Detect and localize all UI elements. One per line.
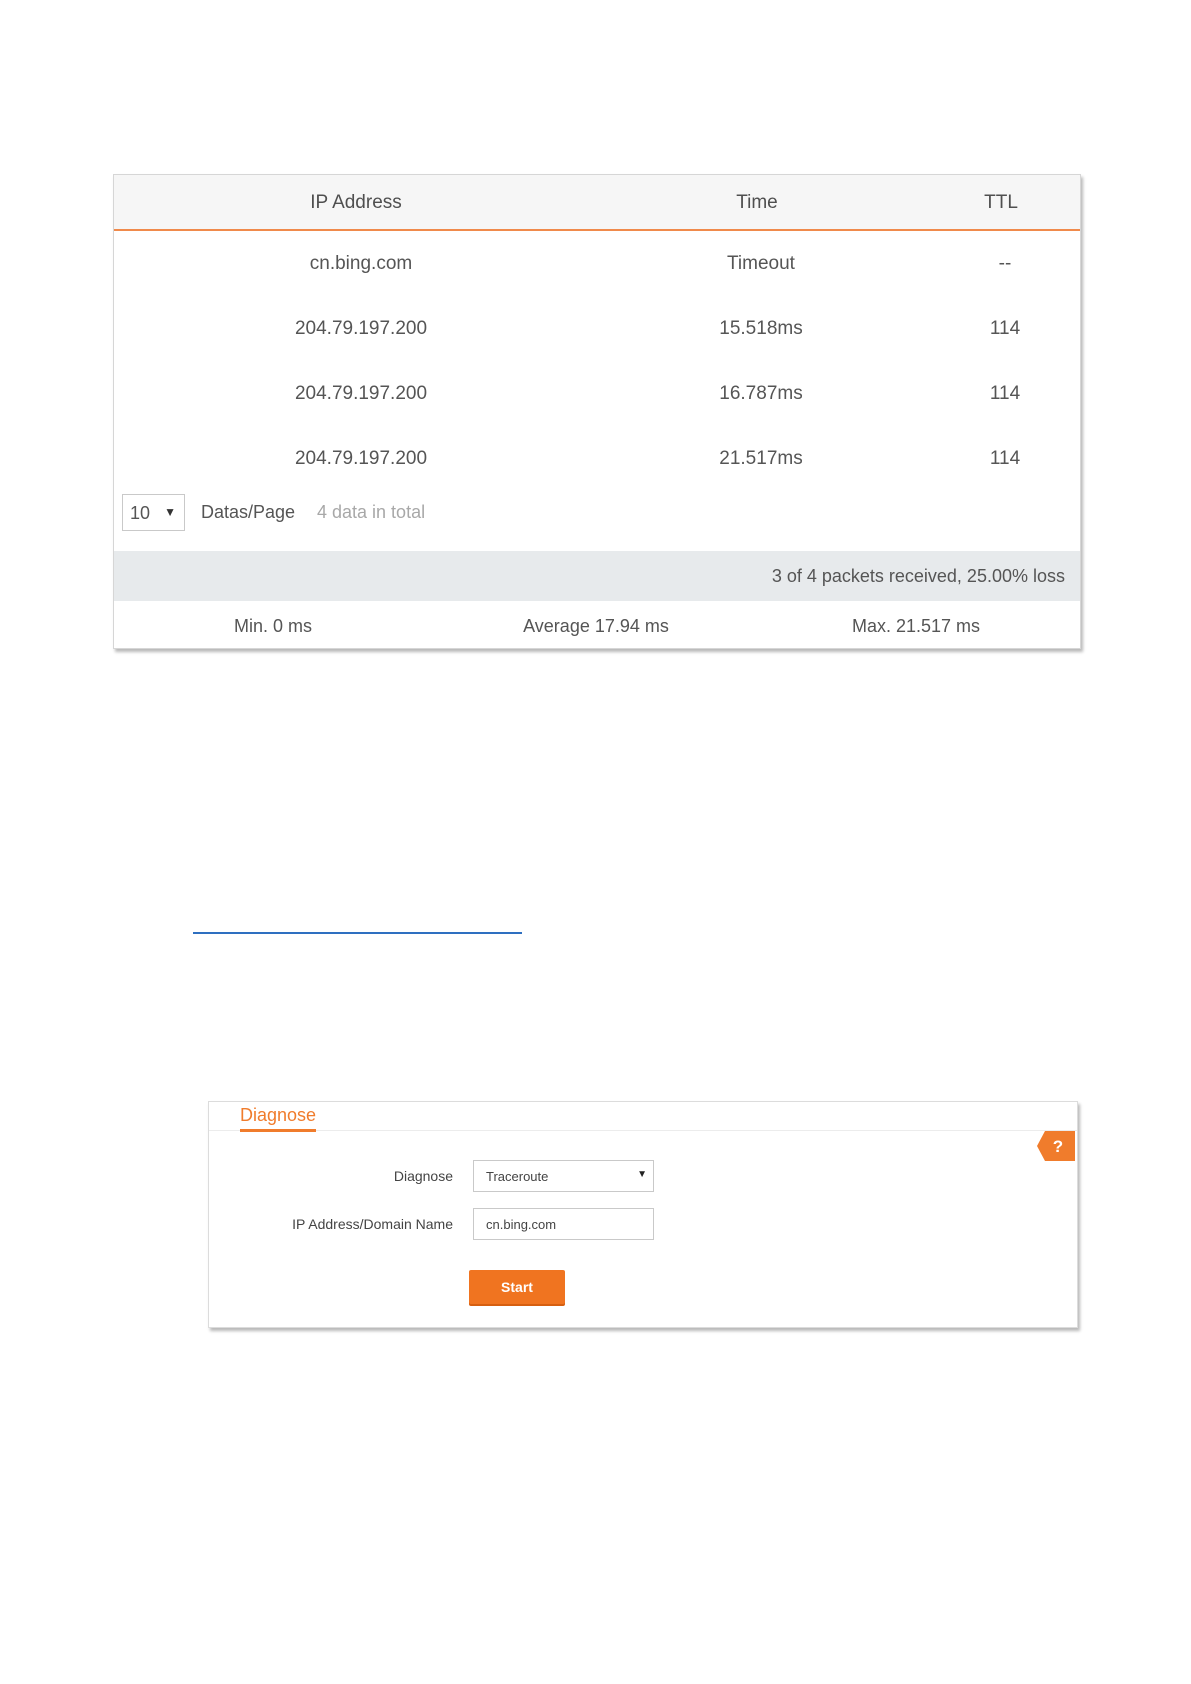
cell-ttl: 114 [989, 383, 1021, 404]
pagination-bar: 10 ▼ Datas/Page 4 data in total [122, 494, 722, 532]
column-header-time: Time [736, 192, 778, 213]
column-header-ttl: TTL [984, 192, 1018, 213]
cell-ip-address: 204.79.197.200 [294, 318, 428, 339]
page-size-value: 10 [130, 503, 151, 523]
start-button[interactable]: Start [469, 1270, 565, 1304]
table-row: 204.79.197.200 21.517ms 114 [114, 448, 1080, 488]
stat-min: Min. 0 ms [233, 616, 313, 636]
address-input[interactable] [473, 1208, 654, 1240]
cell-time: Timeout [727, 253, 795, 274]
cell-ip-address: 204.79.197.200 [294, 448, 428, 469]
panel-title: Diagnose [240, 1105, 317, 1132]
question-icon[interactable]: ? [1037, 1131, 1075, 1161]
stat-max: Max. 21.517 ms [851, 616, 981, 636]
cell-time: 21.517ms [719, 448, 803, 469]
table-row: 204.79.197.200 16.787ms 114 [114, 383, 1080, 423]
diagnose-type-select[interactable]: Traceroute ▼ [473, 1160, 654, 1192]
table-row: cn.bing.com Timeout -- [114, 253, 1080, 293]
diagnose-type-label: Diagnose [393, 1168, 453, 1184]
stat-average: Average 17.94 ms [523, 616, 669, 636]
help-label: ? [1053, 1137, 1063, 1156]
title-divider [209, 1130, 1077, 1131]
cell-ip-address: 204.79.197.200 [294, 383, 428, 404]
packet-summary-text: 3 of 4 packets received, 25.00% loss [771, 566, 1065, 586]
cell-ttl: 114 [989, 448, 1021, 469]
diagnose-type-value: Traceroute [486, 1169, 549, 1184]
caret-down-icon: ▼ [637, 1169, 647, 1180]
ping-result-panel: IP Address Time TTL cn.bing.com Timeout … [113, 174, 1081, 649]
link-underline [193, 932, 522, 934]
cell-ttl: 114 [989, 318, 1021, 339]
page-size-select[interactable]: 10 ▼ [122, 494, 185, 531]
cell-ip-address: cn.bing.com [309, 253, 413, 274]
table-row: 204.79.197.200 15.518ms 114 [114, 318, 1080, 358]
total-count: 4 data in total [317, 502, 426, 522]
cell-time: 16.787ms [719, 383, 803, 404]
caret-down-icon: ▼ [164, 505, 176, 519]
latency-stats: Min. 0 ms Average 17.94 ms Max. 21.517 m… [114, 601, 1080, 648]
table-header: IP Address Time TTL [114, 175, 1080, 231]
address-label: IP Address/Domain Name [292, 1216, 453, 1232]
cell-ttl: -- [998, 253, 1012, 274]
cell-time: 15.518ms [719, 318, 803, 339]
column-header-ip-address: IP Address [310, 192, 402, 213]
page-size-label: Datas/Page [201, 502, 296, 522]
packet-summary-bar: 3 of 4 packets received, 25.00% loss [114, 551, 1080, 601]
diagnose-panel: Diagnose ? Diagnose Traceroute ▼ IP Addr… [208, 1101, 1078, 1328]
